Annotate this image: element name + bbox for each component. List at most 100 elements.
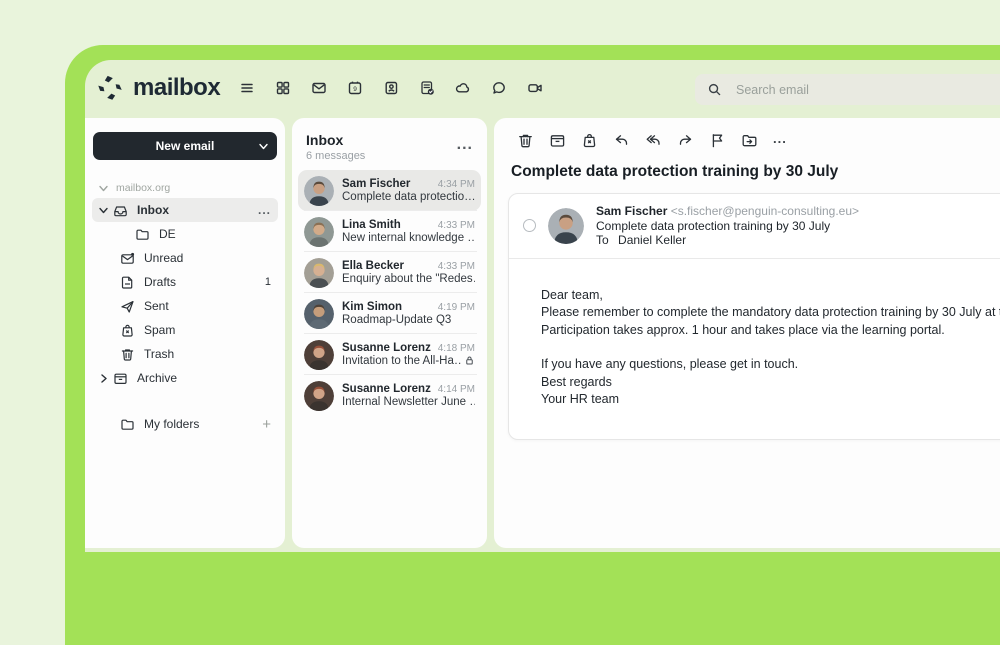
folder-options-button[interactable]: ... xyxy=(258,203,271,217)
mail-content-panel: ... Complete data protection training by… xyxy=(494,118,1000,548)
sidebar-item-label: Drafts xyxy=(144,275,265,289)
search-input[interactable] xyxy=(736,83,1000,97)
sidebar-item-trash[interactable]: Trash xyxy=(92,342,278,366)
to-label: To xyxy=(596,233,609,247)
mail-list-panel: Inbox 6 messages ... Sam Fischer4:34 PM … xyxy=(292,118,487,548)
archive-icon[interactable] xyxy=(549,132,566,149)
mail-unread-icon xyxy=(120,251,135,266)
contacts-icon[interactable] xyxy=(383,80,399,96)
avatar xyxy=(304,381,334,411)
mail-card: Sam Fischer <s.fischer@penguin-consultin… xyxy=(508,193,1000,440)
sidebar-item-my-folders[interactable]: My folders + xyxy=(92,412,278,436)
mail-list-header: Inbox 6 messages ... xyxy=(292,118,487,170)
sender-name: Lina Smith xyxy=(342,219,434,231)
message-time: 4:14 PM xyxy=(438,384,475,395)
message-preview: Complete data protectio… xyxy=(342,191,475,203)
message-time: 4:18 PM xyxy=(438,343,475,354)
mail-card-header[interactable]: Sam Fischer <s.fischer@penguin-consultin… xyxy=(509,194,1000,259)
sidebar-item-spam[interactable]: Spam xyxy=(92,318,278,342)
search-bar[interactable] xyxy=(695,74,1000,105)
mail-to-line: To Daniel Keller xyxy=(596,233,859,248)
sidebar-item-label: Trash xyxy=(144,347,271,361)
list-item[interactable]: Ella Becker 4:33 PM Enquiry about the "Re… xyxy=(298,252,481,293)
sidebar-item-unread[interactable]: Unread xyxy=(92,246,278,270)
forward-icon[interactable] xyxy=(677,132,694,149)
read-status-toggle[interactable] xyxy=(523,219,536,232)
sender-name: Susanne Lorenz xyxy=(342,342,434,354)
sidebar-item-archive[interactable]: Archive xyxy=(92,366,278,390)
sidebar-item-label: Archive xyxy=(137,371,271,385)
calendar-icon[interactable]: 9 xyxy=(347,80,363,96)
message-preview: Enquiry about the "Redes… xyxy=(342,273,475,285)
new-email-button[interactable]: New email xyxy=(93,132,277,160)
sidebar-item-inbox[interactable]: Inbox ... xyxy=(92,198,278,222)
add-folder-button[interactable]: + xyxy=(262,416,271,433)
message-preview: New internal knowledge … xyxy=(342,232,475,244)
message-time: 4:34 PM xyxy=(438,179,475,190)
cloud-icon[interactable] xyxy=(455,80,471,96)
mail-subject-heading: Complete data protection training by 30 … xyxy=(511,163,1000,181)
message-time: 4:33 PM xyxy=(438,220,475,231)
hamburger-menu-icon[interactable] xyxy=(239,80,255,96)
move-to-folder-icon[interactable] xyxy=(741,132,758,149)
avatar xyxy=(304,299,334,329)
sidebar-item-label: Unread xyxy=(144,251,271,265)
to-name: Daniel Keller xyxy=(618,233,686,247)
message-time: 4:19 PM xyxy=(438,302,475,313)
sender-name: Ella Becker xyxy=(342,260,434,272)
sidebar-item-label: Sent xyxy=(144,299,271,313)
list-item[interactable]: Lina Smith 4:33 PM New internal knowledge… xyxy=(298,211,481,252)
chat-icon[interactable] xyxy=(491,80,507,96)
avatar xyxy=(304,340,334,370)
mail-icon[interactable] xyxy=(311,80,327,96)
top-header: mailbox 9 xyxy=(85,60,1000,118)
sidebar-item-drafts[interactable]: Drafts 1 xyxy=(92,270,278,294)
video-icon[interactable] xyxy=(527,80,543,96)
sidebar-item-label: My folders xyxy=(144,417,262,431)
list-item[interactable]: Susanne Lorenz 4:14 PM Internal Newslette… xyxy=(298,375,481,416)
reply-all-icon[interactable] xyxy=(645,132,662,149)
avatar xyxy=(304,217,334,247)
brand-name: mailbox xyxy=(133,74,220,102)
trash-icon[interactable] xyxy=(517,132,534,149)
chevron-down-icon[interactable] xyxy=(99,206,108,215)
app-surface: mailbox 9 xyxy=(85,60,1000,552)
folder-icon xyxy=(135,227,150,242)
tasks-icon[interactable] xyxy=(419,80,435,96)
message-time: 4:33 PM xyxy=(438,261,475,272)
app-window: mailbox 9 xyxy=(65,45,1000,645)
list-item[interactable]: Kim Simon4:19 PM Roadmap-Update Q3 xyxy=(298,293,481,334)
mail-from-line: Sam Fischer <s.fischer@penguin-consultin… xyxy=(596,204,859,219)
from-email: <s.fischer@penguin-consulting.eu> xyxy=(671,204,859,218)
list-title: Inbox xyxy=(306,132,475,148)
mail-toolbar: ... xyxy=(494,118,1000,149)
account-row[interactable]: mailbox.org xyxy=(99,182,277,194)
svg-text:9: 9 xyxy=(353,86,357,93)
spam-icon[interactable] xyxy=(581,132,598,149)
chevron-down-icon xyxy=(99,184,108,193)
sender-name: Susanne Lorenz xyxy=(342,383,434,395)
avatar xyxy=(304,258,334,288)
apps-grid-icon[interactable] xyxy=(275,80,291,96)
app-nav: 9 xyxy=(239,80,543,96)
brand-logo: mailbox xyxy=(95,73,220,103)
chevron-right-icon[interactable] xyxy=(99,374,108,383)
flag-icon[interactable] xyxy=(709,132,726,149)
sidebar-item-label: DE xyxy=(159,227,271,241)
new-email-label: New email xyxy=(156,139,215,153)
message-preview: Roadmap-Update Q3 xyxy=(342,314,451,326)
more-actions-button[interactable]: ... xyxy=(773,131,787,146)
sidebar-item-sent[interactable]: Sent xyxy=(92,294,278,318)
sidebar-item-de[interactable]: DE xyxy=(92,222,278,246)
body-line: If you have any questions, please get in… xyxy=(541,356,1000,374)
list-item[interactable]: Sam Fischer4:34 PM Complete data protect… xyxy=(298,170,481,211)
mail-subject-line: Complete data protection training by 30 … xyxy=(596,219,859,234)
chevron-down-icon[interactable] xyxy=(259,142,268,151)
drafts-count-badge: 1 xyxy=(265,276,271,288)
reply-icon[interactable] xyxy=(613,132,630,149)
folder-icon xyxy=(120,417,135,432)
list-item[interactable]: Susanne Lorenz4:18 PM Invitation to the … xyxy=(298,334,481,375)
account-name: mailbox.org xyxy=(116,182,170,194)
list-options-button[interactable]: ... xyxy=(457,136,473,154)
message-preview: Internal Newsletter June … xyxy=(342,396,475,408)
